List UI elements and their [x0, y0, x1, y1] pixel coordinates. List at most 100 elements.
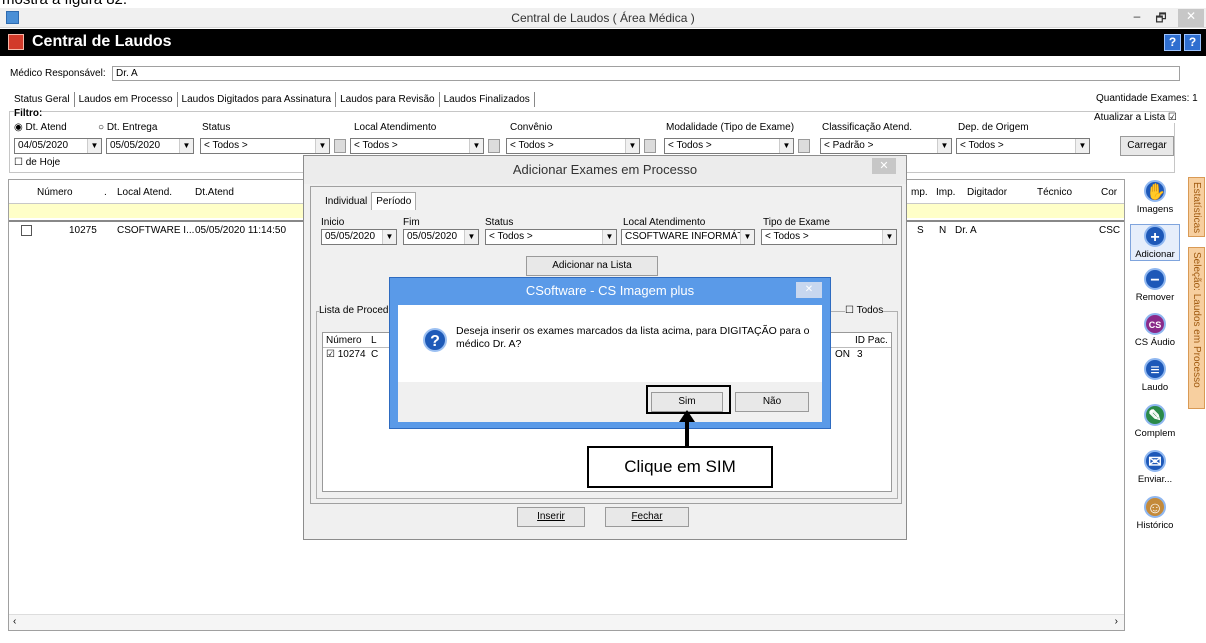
list-row[interactable]: ☑ 10274: [326, 349, 366, 360]
remover-button[interactable]: − Remover: [1130, 268, 1180, 303]
tipo-exame-value: < Todos >: [765, 231, 809, 242]
laudo-button[interactable]: ≡ Laudo: [1130, 358, 1180, 393]
convenio-select[interactable]: < Todos > ▼: [506, 138, 640, 154]
minimize-button[interactable]: –: [1126, 9, 1148, 27]
classificacao-select[interactable]: < Padrão > ▼: [820, 138, 952, 154]
cs-audio-button[interactable]: CS CS Áudio: [1130, 313, 1180, 348]
list-col-l[interactable]: L: [371, 335, 377, 346]
col-digitador[interactable]: Digitador: [967, 187, 1007, 198]
tab-estatisticas[interactable]: Estatísticas: [1188, 177, 1205, 237]
chevron-down-icon: ▼: [87, 139, 101, 153]
enviar-button[interactable]: ✉ Enviar...: [1130, 450, 1180, 485]
document-icon: ≡: [1144, 358, 1166, 380]
tab-periodo[interactable]: Período: [371, 192, 417, 210]
date-from-value: 04/05/2020: [18, 140, 69, 151]
status-label: Status: [202, 122, 231, 133]
classificacao-value: < Padrão >: [824, 140, 874, 151]
dt-entrega-radio[interactable]: ○ Dt. Entrega: [98, 122, 157, 133]
filter-button-icon[interactable]: [644, 139, 656, 153]
dialog-local-label: Local Atendimento: [623, 217, 706, 228]
col-imp1[interactable]: mp.: [911, 187, 928, 198]
dialog-status-select[interactable]: < Todos > ▼: [485, 229, 617, 245]
filter-button-icon[interactable]: [798, 139, 810, 153]
list-col-idpac[interactable]: ID Pac.: [855, 335, 888, 346]
modalidade-select[interactable]: < Todos > ▼: [664, 138, 794, 154]
list-row-c: C: [371, 349, 379, 360]
scroll-right-icon[interactable]: ›: [1115, 616, 1118, 627]
row-n: N: [939, 225, 947, 236]
carregar-button[interactable]: Carregar: [1120, 136, 1174, 156]
tab-individual[interactable]: Individual: [321, 193, 371, 210]
maximize-button[interactable]: 🗗: [1150, 9, 1172, 27]
status-value: < Todos >: [204, 140, 248, 151]
tab-laudos-revisao[interactable]: Laudos para Revisão: [336, 92, 440, 107]
mail-icon: ✉: [1144, 450, 1166, 472]
col-cor[interactable]: Cor: [1101, 187, 1117, 198]
help-button[interactable]: ?: [1184, 34, 1201, 51]
complem-button[interactable]: ✎ Complem: [1130, 404, 1180, 439]
row-dtatend: 05/05/2020 11:14:50: [195, 225, 287, 236]
todos-checkbox[interactable]: ☐ Todos: [845, 305, 884, 316]
col-local[interactable]: Local Atend.: [117, 187, 172, 198]
tab-laudos-finalizados[interactable]: Laudos Finalizados: [440, 92, 535, 107]
adicionar-button[interactable]: + Adicionar: [1130, 224, 1180, 261]
fim-select[interactable]: 05/05/2020 ▼: [403, 229, 479, 245]
de-hoje-checkbox[interactable]: ☐ de Hoje: [14, 157, 60, 168]
dialog-local-value: CSOFTWARE INFORMÁTI: [625, 231, 747, 242]
fim-value: 05/05/2020: [407, 231, 458, 242]
col-numero[interactable]: Número: [37, 187, 73, 198]
complem-label: Complem: [1134, 428, 1176, 439]
row-checkbox[interactable]: [21, 225, 32, 236]
chevron-down-icon: ▼: [625, 139, 639, 153]
local-select[interactable]: < Todos > ▼: [350, 138, 484, 154]
row-s: S: [917, 225, 924, 236]
scroll-left-icon[interactable]: ‹: [13, 616, 16, 627]
adicionar-lista-button[interactable]: Adicionar na Lista: [526, 256, 658, 276]
medico-field[interactable]: Dr. A: [112, 66, 1180, 81]
dep-select[interactable]: < Todos > ▼: [956, 138, 1090, 154]
inicio-select[interactable]: 05/05/2020 ▼: [321, 229, 397, 245]
chevron-down-icon: ▼: [602, 230, 616, 244]
enviar-label: Enviar...: [1137, 474, 1173, 485]
close-button[interactable]: ✕: [1178, 9, 1204, 27]
hand-icon: ✋: [1144, 180, 1166, 202]
tab-selecao[interactable]: Seleção: Laudos em Processo: [1188, 247, 1205, 409]
tab-laudos-em-processo[interactable]: Laudos em Processo: [74, 92, 178, 107]
dialog-local-select[interactable]: CSOFTWARE INFORMÁTI ▼: [621, 229, 755, 245]
chevron-down-icon: ▼: [779, 139, 793, 153]
tab-status-geral[interactable]: Status Geral: [10, 92, 75, 107]
dt-atend-radio[interactable]: ◉ Dt. Atend: [14, 122, 67, 133]
inserir-button[interactable]: Inserir: [517, 507, 585, 527]
horizontal-scrollbar[interactable]: ‹ ›: [9, 614, 1124, 630]
date-from-select[interactable]: 04/05/2020 ▼: [14, 138, 102, 154]
col-tecnico[interactable]: Técnico: [1037, 187, 1072, 198]
dialog-close-button[interactable]: ✕: [872, 158, 896, 174]
fim-label: Fim: [403, 217, 420, 228]
arrow-shaft: [685, 417, 689, 447]
caption-text: mostra a figura 82.: [2, 0, 127, 8]
tipo-exame-select[interactable]: < Todos > ▼: [761, 229, 897, 245]
info-button[interactable]: ?: [1164, 34, 1181, 51]
atualizar-label: Atualizar a Lista: [1094, 112, 1166, 123]
date-to-select[interactable]: 05/05/2020 ▼: [106, 138, 194, 154]
historico-label: Histórico: [1136, 520, 1174, 531]
modalidade-value: < Todos >: [668, 140, 712, 151]
imagens-button[interactable]: ✋ Imagens: [1130, 180, 1180, 215]
status-select[interactable]: < Todos > ▼: [200, 138, 330, 154]
col-imp2[interactable]: Imp.: [936, 187, 955, 198]
col-dtatend[interactable]: Dt.Atend: [195, 187, 234, 198]
chevron-down-icon: ▼: [882, 230, 896, 244]
nao-button[interactable]: Não: [735, 392, 809, 412]
dep-label: Dep. de Origem: [958, 122, 1029, 133]
fechar-button[interactable]: Fechar: [605, 507, 689, 527]
filter-button-icon[interactable]: [488, 139, 500, 153]
tab-laudos-digitados[interactable]: Laudos Digitados para Assinatura: [178, 92, 337, 107]
modalidade-label: Modalidade (Tipo de Exame): [666, 122, 795, 133]
col-dot[interactable]: .: [104, 187, 107, 198]
msgbox-close-button[interactable]: ✕: [796, 282, 822, 298]
app-logo-icon: [8, 34, 24, 50]
historico-button[interactable]: ☺ Histórico: [1130, 496, 1180, 531]
filter-button-icon[interactable]: [334, 139, 346, 153]
list-col-numero[interactable]: Número: [326, 335, 362, 346]
atualizar-checkbox[interactable]: Atualizar a Lista ☑: [1094, 112, 1177, 123]
